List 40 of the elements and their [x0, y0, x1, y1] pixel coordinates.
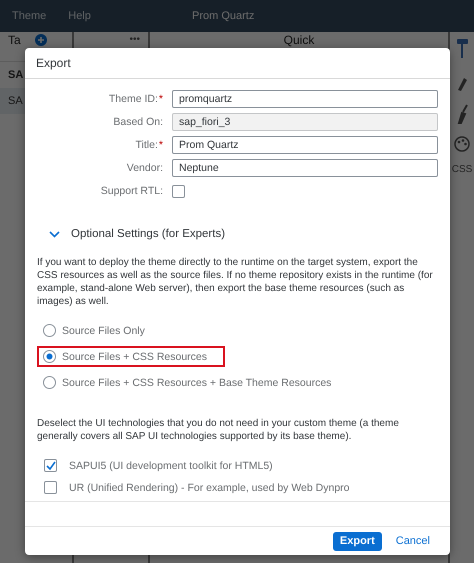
paint-roller-icon: [455, 38, 469, 60]
section-header[interactable]: Optional Settings (for Experts): [37, 228, 439, 240]
section-title: Optional Settings (for Experts): [71, 228, 226, 240]
checkbox-label: UR (Unified Rendering) - For example, used by Web Dynpro: [69, 482, 350, 494]
radio-option[interactable]: Source Files + CSS Resources + Base Theme Resources: [37, 372, 338, 393]
brush-icon: [455, 104, 469, 124]
chevron-down-icon: [49, 228, 60, 240]
more-button[interactable]: •••: [129, 34, 140, 45]
radio-icon: [43, 324, 56, 337]
info-text: Deselect the UI technologies that you do not need in your custom theme (a theme generally covers all SAP UI technologies supported by its base theme).: [37, 417, 400, 443]
field-label: Vendor:: [126, 162, 163, 174]
export-button[interactable]: Export: [332, 532, 382, 550]
field-label: Based On:: [113, 116, 163, 128]
info-text: If you want to deploy the theme directly to the runtime on the target system, export the CSS resources as well as the source files. If no theme repository exists in the runtime (for example, stand-alone Web server), then export the base theme resources (such as images) as well.: [37, 256, 434, 308]
input-field[interactable]: Neptune: [172, 159, 438, 177]
radio-icon: [43, 376, 56, 389]
radio-option[interactable]: Source Files Only: [37, 320, 151, 341]
dialog-title: Export: [36, 56, 71, 70]
panel-title: Ta: [8, 34, 21, 47]
input-field[interactable]: Prom Quartz: [172, 136, 438, 154]
required-mark: *: [158, 139, 163, 151]
panel-title: Quick: [284, 34, 314, 47]
app-title: Prom Quartz: [192, 10, 254, 22]
radio-option[interactable]: Source Files + CSS Resources: [37, 346, 226, 367]
side-label: CSS: [452, 164, 472, 175]
field-label: Title:: [136, 139, 158, 151]
cancel-button[interactable]: Cancel: [390, 532, 436, 550]
radio-selected-icon: [43, 350, 56, 363]
check-icon: [46, 460, 56, 470]
input-field[interactable]: promquartz: [172, 90, 438, 108]
checkbox[interactable]: [44, 481, 57, 494]
menu-item[interactable]: Theme: [12, 10, 46, 22]
checkbox-label: SAPUI5 (UI development toolkit for HTML5): [69, 460, 273, 472]
field-label: Theme ID:: [108, 93, 158, 105]
required-mark: *: [158, 93, 163, 105]
checkbox[interactable]: [44, 459, 57, 472]
field-label: Support RTL:: [100, 185, 163, 197]
menu-item[interactable]: Help: [68, 10, 91, 22]
checkbox[interactable]: [172, 184, 185, 198]
palette-icon: [454, 136, 470, 152]
